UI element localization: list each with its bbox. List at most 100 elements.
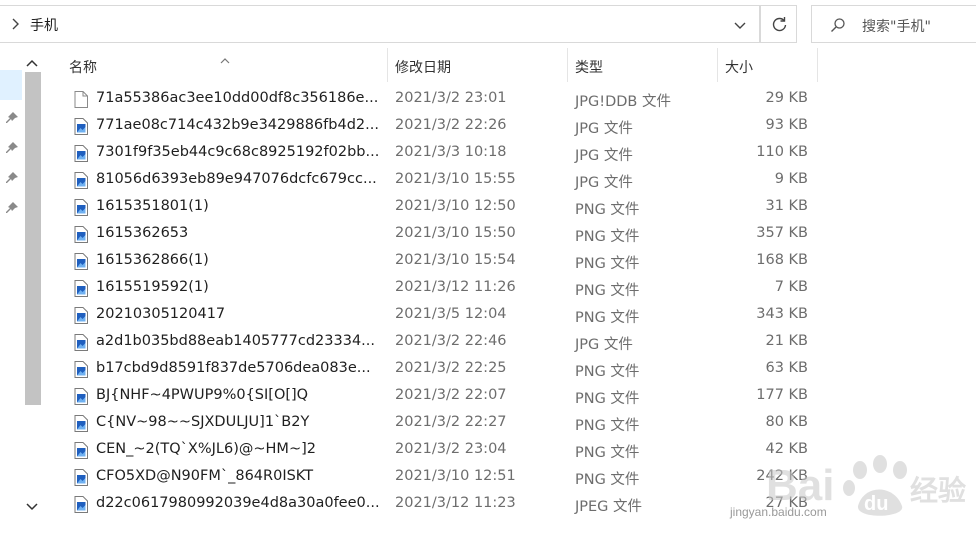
column-divider[interactable] xyxy=(387,48,388,82)
file-size: 343 KB xyxy=(756,306,808,322)
file-list: 71a55386ac3ee10dd00df8c356186e... 2021/3… xyxy=(60,86,820,518)
file-row[interactable]: 1615519592(1) 2021/3/12 11:26 PNG 文件 7 K… xyxy=(60,275,820,302)
file-size: 31 KB xyxy=(765,198,808,214)
file-size: 29 KB xyxy=(765,90,808,106)
file-row[interactable]: BJ{NHF~4PWUP9%0{SI[O[]Q 2021/3/2 22:07 P… xyxy=(60,383,820,410)
file-name: C{NV~98~~SJXDULJU]1`B2Y xyxy=(96,414,310,430)
file-size: 357 KB xyxy=(756,225,808,241)
column-divider[interactable] xyxy=(567,48,568,82)
file-size: 110 KB xyxy=(756,144,808,160)
column-divider[interactable] xyxy=(717,48,718,82)
file-type: PNG 文件 xyxy=(575,472,640,488)
file-date: 2021/3/2 22:25 xyxy=(395,360,507,376)
svg-text:du: du xyxy=(864,493,888,515)
file-type: PNG 文件 xyxy=(575,445,640,461)
file-row[interactable]: CEN_~2(TQ`X%JL6)@~HM~]2 2021/3/2 23:04 P… xyxy=(60,437,820,464)
column-header-name[interactable]: 名称 xyxy=(69,48,97,84)
file-date: 2021/3/10 15:54 xyxy=(395,252,516,268)
file-date: 2021/3/12 11:26 xyxy=(395,279,516,295)
file-date: 2021/3/2 22:26 xyxy=(395,117,507,133)
file-row[interactable]: 71a55386ac3ee10dd00df8c356186e... 2021/3… xyxy=(60,86,820,113)
file-type: PNG 文件 xyxy=(575,418,640,434)
file-row[interactable]: 771ae08c714c432b9e3429886fb4d2... 2021/3… xyxy=(60,113,820,140)
file-type: JPG 文件 xyxy=(575,337,633,353)
image-file-icon xyxy=(74,307,88,324)
pin-icon[interactable] xyxy=(5,110,19,124)
file-row[interactable]: a2d1b035bd88eab1405777cd23334... 2021/3/… xyxy=(60,329,820,356)
sort-ascending-icon xyxy=(220,50,230,64)
file-name: b17cbd9d8591f837de5706dea083e... xyxy=(96,360,371,376)
image-file-icon xyxy=(74,199,88,216)
file-size: 177 KB xyxy=(756,387,808,403)
watermark-url: jingyan.baidu.com xyxy=(730,505,827,519)
image-file-icon xyxy=(74,226,88,243)
breadcrumb-chevron-icon[interactable] xyxy=(10,17,24,31)
image-file-icon xyxy=(74,280,88,297)
column-header-type[interactable]: 类型 xyxy=(575,48,603,84)
image-file-icon xyxy=(74,361,88,378)
nav-scrollbar-thumb[interactable] xyxy=(25,72,41,405)
file-type: PNG 文件 xyxy=(575,202,640,218)
navigation-pane xyxy=(0,48,44,541)
file-type: PNG 文件 xyxy=(575,229,640,245)
image-file-icon xyxy=(74,172,88,189)
file-type: PNG 文件 xyxy=(575,391,640,407)
file-date: 2021/3/2 23:04 xyxy=(395,441,507,457)
file-size: 9 KB xyxy=(774,171,808,187)
nav-scroll-up-icon[interactable] xyxy=(25,54,39,67)
file-type: JPG 文件 xyxy=(575,148,633,164)
file-row[interactable]: d22c0617980992039e4d8a30a0fee0... 2021/3… xyxy=(60,491,820,518)
search-placeholder: 搜索"手机" xyxy=(862,19,931,35)
file-type: PNG 文件 xyxy=(575,283,640,299)
file-name: d22c0617980992039e4d8a30a0fee0... xyxy=(96,495,380,511)
column-header-date[interactable]: 修改日期 xyxy=(395,48,451,84)
file-row[interactable]: 20210305120417 2021/3/5 12:04 PNG 文件 343… xyxy=(60,302,820,329)
nav-scroll-down-icon[interactable] xyxy=(25,498,39,511)
file-type: JPEG 文件 xyxy=(575,499,643,515)
address-history-dropdown-icon[interactable] xyxy=(731,16,749,34)
svg-text:Bai: Bai xyxy=(766,461,834,510)
refresh-button[interactable] xyxy=(760,5,797,43)
pin-icon[interactable] xyxy=(5,140,19,154)
pin-icon[interactable] xyxy=(5,200,19,214)
file-type: JPG 文件 xyxy=(575,175,633,191)
file-name: 1615351801(1) xyxy=(96,198,209,214)
file-name: CEN_~2(TQ`X%JL6)@~HM~]2 xyxy=(96,441,316,457)
file-type: PNG 文件 xyxy=(575,256,640,272)
file-date: 2021/3/5 12:04 xyxy=(395,306,507,322)
file-row[interactable]: C{NV~98~~SJXDULJU]1`B2Y 2021/3/2 22:27 P… xyxy=(60,410,820,437)
nav-selected-item[interactable] xyxy=(0,70,22,100)
file-row[interactable]: CFO5XD@N90FM`_864R0ISKT 2021/3/10 12:51 … xyxy=(60,464,820,491)
column-header-size[interactable]: 大小 xyxy=(725,48,753,84)
pin-icon[interactable] xyxy=(5,170,19,184)
file-date: 2021/3/10 15:50 xyxy=(395,225,516,241)
file-date: 2021/3/10 12:51 xyxy=(395,468,516,484)
image-file-icon xyxy=(74,442,88,459)
file-date: 2021/3/2 22:46 xyxy=(395,333,507,349)
search-input[interactable]: 搜索"手机" xyxy=(811,5,976,43)
address-bar[interactable]: 手机 xyxy=(0,5,760,43)
file-row[interactable]: 81056d6393eb89e947076dcfc679cc... 2021/3… xyxy=(60,167,820,194)
file-date: 2021/3/2 22:27 xyxy=(395,414,507,430)
file-row[interactable]: b17cbd9d8591f837de5706dea083e... 2021/3/… xyxy=(60,356,820,383)
file-name: a2d1b035bd88eab1405777cd23334... xyxy=(96,333,375,349)
file-row[interactable]: 1615362653 2021/3/10 15:50 PNG 文件 357 KB xyxy=(60,221,820,248)
file-row[interactable]: 1615362866(1) 2021/3/10 15:54 PNG 文件 168… xyxy=(60,248,820,275)
file-size: 168 KB xyxy=(756,252,808,268)
column-divider[interactable] xyxy=(817,48,818,82)
file-size: 93 KB xyxy=(765,117,808,133)
breadcrumb-current-folder[interactable]: 手机 xyxy=(30,15,58,35)
file-size: 80 KB xyxy=(765,414,808,430)
blank-file-icon xyxy=(74,91,88,108)
file-date: 2021/3/2 23:01 xyxy=(395,90,507,106)
file-name: 771ae08c714c432b9e3429886fb4d2... xyxy=(96,117,379,133)
image-file-icon xyxy=(74,118,88,135)
image-file-icon xyxy=(74,496,88,513)
file-type: PNG 文件 xyxy=(575,364,640,380)
file-date: 2021/3/10 12:50 xyxy=(395,198,516,214)
svg-text:经验: 经验 xyxy=(910,474,966,507)
file-date: 2021/3/10 15:55 xyxy=(395,171,516,187)
file-date: 2021/3/2 22:07 xyxy=(395,387,507,403)
file-row[interactable]: 1615351801(1) 2021/3/10 12:50 PNG 文件 31 … xyxy=(60,194,820,221)
file-row[interactable]: 7301f9f35eb44c9c68c8925192f02bb... 2021/… xyxy=(60,140,820,167)
